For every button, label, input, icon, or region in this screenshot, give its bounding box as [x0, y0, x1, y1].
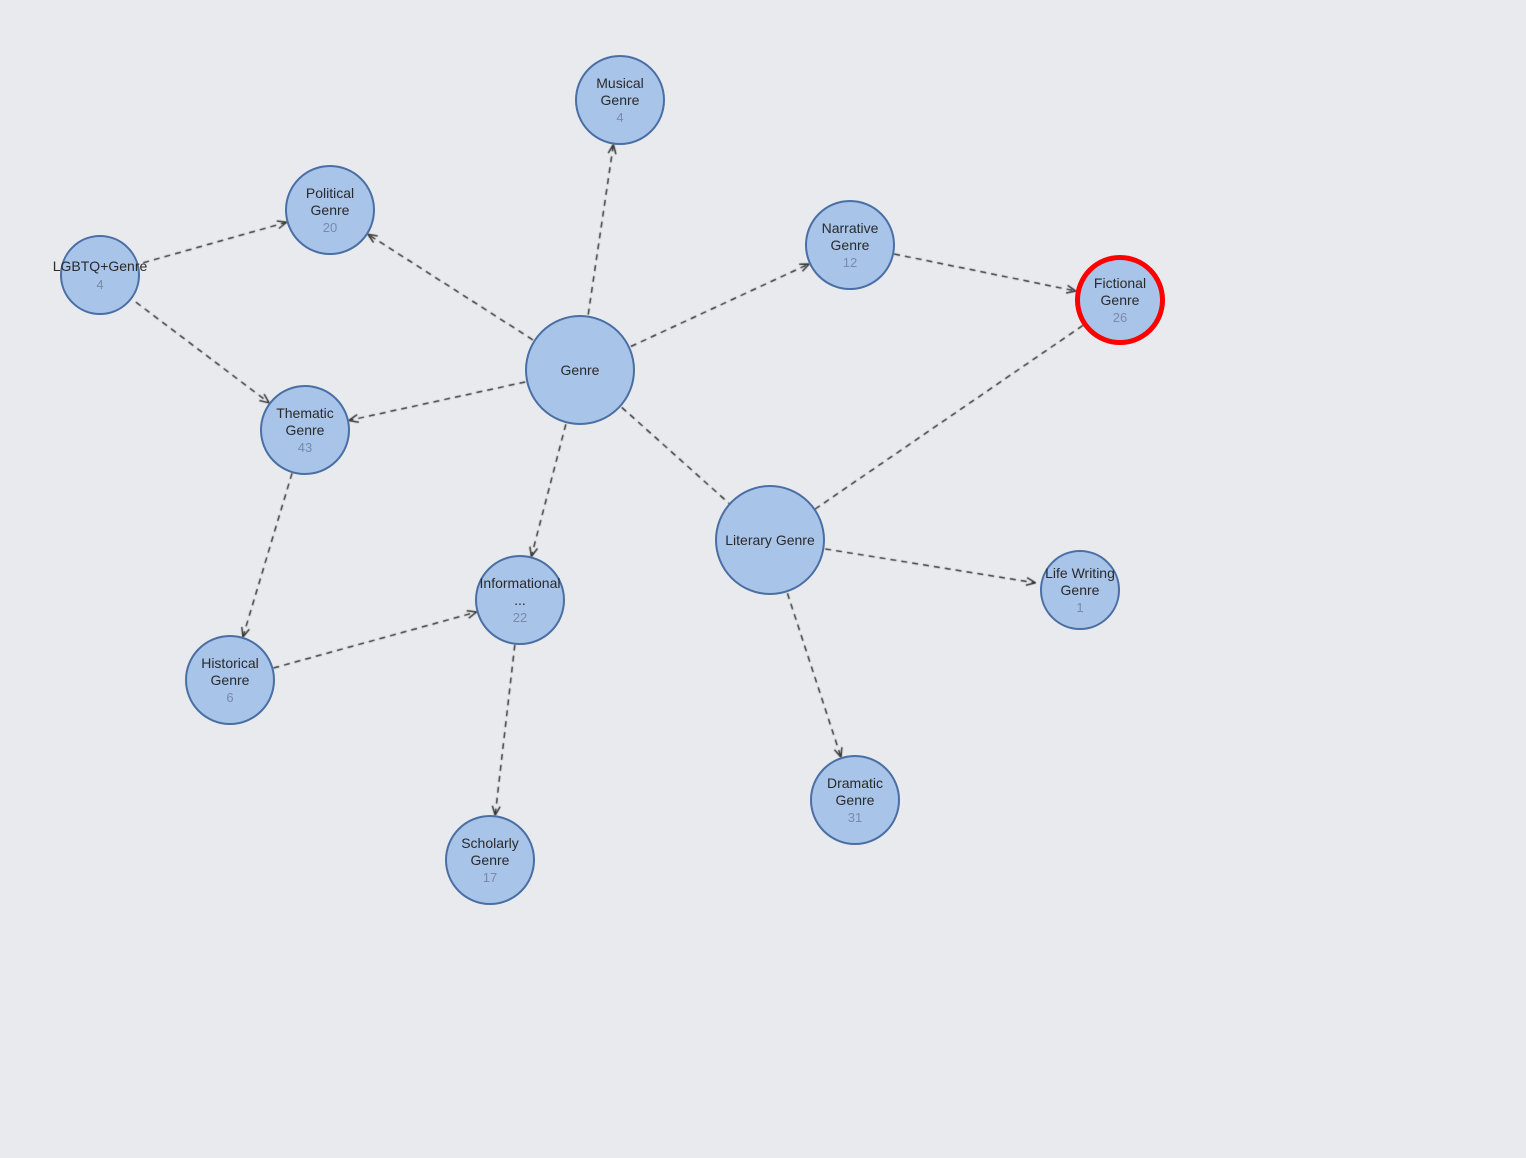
node-scholarly[interactable]: Scholarly Genre17: [445, 815, 535, 905]
node-label-genre: Genre: [561, 362, 600, 379]
node-political[interactable]: Political Genre20: [285, 165, 375, 255]
node-lgbtq[interactable]: LGBTQ+Genre4: [60, 235, 140, 315]
node-count-fictional: 26: [1113, 310, 1127, 325]
node-count-political: 20: [323, 220, 337, 235]
node-fictional[interactable]: Fictional Genre26: [1075, 255, 1165, 345]
node-label-political: Political Genre: [287, 185, 373, 219]
node-count-lgbtq: 4: [96, 277, 103, 292]
node-label-informational: Informational ...: [477, 575, 563, 609]
node-count-historical: 6: [226, 690, 233, 705]
node-count-narrative: 12: [843, 255, 857, 270]
node-label-scholarly: Scholarly Genre: [447, 835, 533, 869]
node-label-narrative: Narrative Genre: [807, 220, 893, 254]
node-label-thematic: Thematic Genre: [262, 405, 348, 439]
node-literary[interactable]: Literary Genre: [715, 485, 825, 595]
node-label-fictional: Fictional Genre: [1080, 275, 1160, 309]
node-label-life_writing: Life Writing Genre: [1042, 565, 1118, 599]
node-dramatic[interactable]: Dramatic Genre31: [810, 755, 900, 845]
node-life_writing[interactable]: Life Writing Genre1: [1040, 550, 1120, 630]
node-label-lgbtq: LGBTQ+Genre: [53, 258, 148, 275]
node-narrative[interactable]: Narrative Genre12: [805, 200, 895, 290]
node-label-historical: Historical Genre: [187, 655, 273, 689]
node-thematic[interactable]: Thematic Genre43: [260, 385, 350, 475]
node-count-dramatic: 31: [848, 810, 862, 825]
node-genre[interactable]: Genre: [525, 315, 635, 425]
node-count-life_writing: 1: [1076, 600, 1083, 615]
node-historical[interactable]: Historical Genre6: [185, 635, 275, 725]
node-label-literary: Literary Genre: [725, 532, 814, 549]
node-count-musical: 4: [616, 110, 623, 125]
node-musical[interactable]: Musical Genre4: [575, 55, 665, 145]
node-label-musical: Musical Genre: [577, 75, 663, 109]
node-informational[interactable]: Informational ...22: [475, 555, 565, 645]
node-count-thematic: 43: [298, 440, 312, 455]
node-count-scholarly: 17: [483, 870, 497, 885]
node-count-informational: 22: [513, 610, 527, 625]
node-label-dramatic: Dramatic Genre: [812, 775, 898, 809]
